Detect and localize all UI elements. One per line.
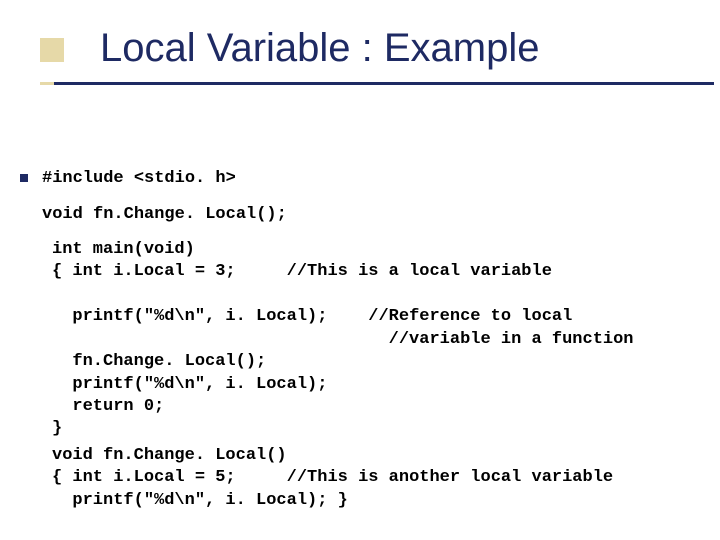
- code-include: #include <stdio. h>: [42, 168, 700, 190]
- code-printf2: printf("%d\n", i. Local);: [52, 375, 327, 394]
- title-underline-accent: [40, 82, 54, 85]
- code-close: }: [52, 419, 62, 438]
- code-fn-body: printf("%d\n", i. Local); }: [52, 491, 348, 510]
- content-area: #include <stdio. h> void fn.Change. Loca…: [20, 168, 700, 512]
- code-return: return 0;: [52, 397, 164, 416]
- slide-title-area: Local Variable : Example: [40, 38, 720, 116]
- bullet-icon: [20, 174, 28, 182]
- code-cmt-ref2: //variable in a function: [389, 330, 634, 349]
- code-main-sig: int main(void): [52, 240, 195, 259]
- code-fn-open: { int i.Local = 5;: [52, 468, 236, 487]
- title-accent-square: [40, 38, 64, 62]
- code-fn-block: void fn.Change. Local() { int i.Local = …: [52, 445, 700, 512]
- code-main-block: int main(void) { int i.Local = 3; //This…: [52, 239, 700, 441]
- code-proto: void fn.Change. Local();: [42, 204, 700, 226]
- code-printf1: printf("%d\n", i. Local);: [52, 307, 327, 326]
- code-cmt-another: //This is another local variable: [287, 468, 613, 487]
- code-cmt-local: //This is a local variable: [287, 262, 552, 281]
- code-main-open: { int i.Local = 3;: [52, 262, 236, 281]
- code-cmt-ref1: //Reference to local: [368, 307, 572, 326]
- slide-title: Local Variable : Example: [100, 26, 540, 71]
- code-call: fn.Change. Local();: [52, 352, 266, 371]
- title-underline: [54, 82, 714, 85]
- code-fn-sig: void fn.Change. Local(): [52, 446, 287, 465]
